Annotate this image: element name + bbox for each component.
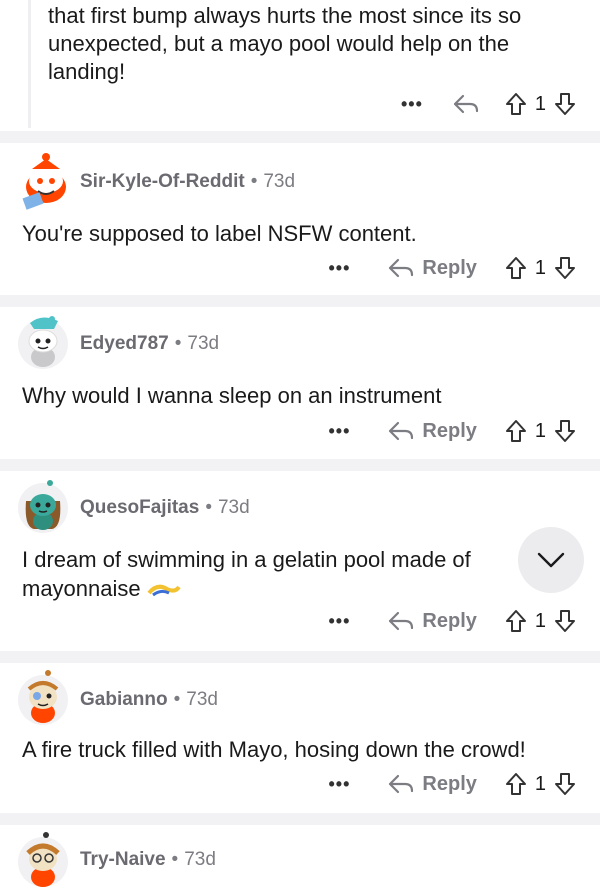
more-options-button[interactable]: ••• [401, 94, 423, 115]
avatar[interactable] [18, 832, 68, 887]
more-options-button[interactable]: ••• [329, 774, 351, 795]
meta-separator: • [173, 689, 181, 710]
comment-age: 73d [187, 333, 220, 354]
comment-text: that first bump always hurts the most si… [48, 3, 522, 84]
comment-actions: ••• Reply 1 [329, 606, 577, 636]
downvote-arrow-icon[interactable] [554, 609, 576, 633]
comment-actions: ••• Reply 1 [329, 416, 577, 446]
reply-arrow-icon [389, 774, 414, 794]
reply-button[interactable]: Reply [388, 772, 477, 796]
snoo-avatar-icon [27, 670, 59, 723]
snoo-avatar-icon [22, 153, 66, 210]
reply-label: Reply [422, 256, 477, 279]
comment-actions: ••• Reply 1 [329, 769, 577, 799]
upvote-arrow-icon[interactable] [505, 419, 527, 443]
comment-text-content: I dream of swimming in a gelatin pool ma… [22, 547, 471, 601]
downvote-arrow-icon[interactable] [554, 419, 576, 443]
comment: QuesoFajitas • 73d I dream of swimming in … [0, 471, 600, 651]
comment: Try-Naive • 73d [0, 825, 600, 896]
downvote-arrow-icon[interactable] [554, 256, 576, 280]
mayonnaise-emoji-icon [147, 584, 181, 597]
reply-label: Reply [422, 609, 477, 632]
comment-text: Why would I wanna sleep on an instrument [22, 383, 442, 408]
avatar[interactable] [18, 316, 68, 369]
reply-icon[interactable] [453, 93, 479, 115]
reply-arrow-icon [389, 611, 414, 631]
comment-separator [0, 813, 600, 825]
thread-line[interactable] [28, 0, 31, 128]
comment: Edyed787 • 73d Why would I wanna sleep on … [0, 307, 600, 459]
reply-button[interactable]: Reply [388, 419, 477, 443]
reply-label: Reply [422, 772, 477, 795]
comment-actions: ••• 1 [401, 89, 576, 119]
vote-count: 1 [534, 772, 546, 795]
comment-meta: Gabianno • 73d [80, 689, 218, 711]
meta-separator: • [171, 849, 179, 870]
comment: Sir-Kyle-Of-Reddit • 73d You're supposed t… [0, 143, 600, 295]
comment-age: 73d [217, 497, 250, 518]
snoo-avatar-icon [26, 832, 60, 887]
avatar[interactable] [18, 480, 68, 533]
comment-age: 73d [184, 849, 216, 870]
scroll-down-button[interactable] [518, 527, 584, 593]
meta-separator: • [205, 497, 212, 518]
comment-age: 73d [263, 171, 296, 192]
downvote-arrow-icon[interactable] [554, 772, 576, 796]
comment-separator [0, 459, 600, 471]
comment-meta: Sir-Kyle-Of-Reddit • 73d [80, 171, 295, 193]
comment-separator [0, 295, 600, 307]
upvote-arrow-icon[interactable] [505, 772, 527, 796]
snoo-avatar-icon [28, 316, 58, 367]
vote-count: 1 [534, 419, 546, 442]
reply-arrow-icon [389, 421, 414, 441]
username-link[interactable]: Sir-Kyle-Of-Reddit [80, 171, 245, 192]
comment-separator [0, 651, 600, 663]
vote-controls: 1 [505, 92, 576, 116]
reply-button[interactable]: Reply [388, 609, 477, 633]
reply-button[interactable]: Reply [388, 256, 477, 280]
more-options-button[interactable]: ••• [329, 611, 351, 632]
vote-count: 1 [534, 92, 546, 115]
downvote-arrow-icon[interactable] [554, 92, 576, 116]
vote-count: 1 [534, 609, 546, 632]
vote-controls: 1 [505, 419, 576, 443]
upvote-arrow-icon[interactable] [505, 92, 527, 116]
upvote-arrow-icon[interactable] [505, 609, 527, 633]
snoo-avatar-icon [25, 480, 61, 530]
reply-arrow-icon [389, 258, 414, 278]
comment-actions: ••• Reply 1 [329, 253, 577, 283]
chevron-down-icon [537, 552, 565, 568]
comment-meta: Edyed787 • 73d [80, 333, 219, 355]
vote-controls: 1 [505, 609, 576, 633]
vote-controls: 1 [505, 256, 576, 280]
username-link[interactable]: Edyed787 [80, 333, 169, 354]
nested-comment: that first bump always hurts the most si… [0, 0, 600, 131]
username-link[interactable]: QuesoFajitas [80, 497, 199, 518]
avatar[interactable] [18, 153, 68, 210]
username-link[interactable]: Try-Naive [80, 849, 166, 870]
vote-count: 1 [534, 256, 546, 279]
comment: Gabianno • 73d A fire truck filled with Ma… [0, 663, 600, 813]
comment-text: You're supposed to label NSFW content. [22, 221, 417, 246]
comment-text: A fire truck filled with Mayo, hosing do… [22, 737, 526, 762]
comment-meta: Try-Naive • 73d [80, 849, 216, 871]
comment-separator [0, 131, 600, 143]
comment-text: I dream of swimming in a gelatin pool ma… [22, 545, 512, 603]
avatar[interactable] [18, 670, 68, 725]
meta-separator: • [250, 171, 258, 192]
more-options-button[interactable]: ••• [329, 421, 351, 442]
meta-separator: • [174, 333, 182, 354]
reply-label: Reply [422, 419, 477, 442]
upvote-arrow-icon[interactable] [505, 256, 527, 280]
comment-meta: QuesoFajitas • 73d [80, 497, 250, 519]
username-link[interactable]: Gabianno [80, 689, 168, 710]
more-options-button[interactable]: ••• [329, 258, 351, 279]
vote-controls: 1 [505, 772, 576, 796]
comment-age: 73d [186, 689, 218, 710]
